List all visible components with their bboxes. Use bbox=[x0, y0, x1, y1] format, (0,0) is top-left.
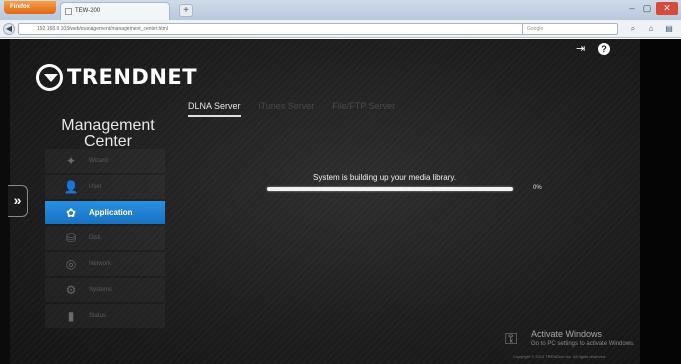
tab-title: TEW-200 bbox=[75, 8, 101, 14]
progress-bar bbox=[267, 187, 513, 191]
server-tabs: DLNA Server iTunes Server File/FTP Serve… bbox=[188, 101, 395, 117]
search-icon[interactable]: ⌕ bbox=[627, 23, 639, 35]
sidebar-item-user[interactable]: 👤 User bbox=[45, 175, 165, 199]
url-text: 192.168.0.103/web/management/management_… bbox=[37, 26, 168, 32]
home-icon[interactable]: ⌂ bbox=[645, 23, 657, 35]
management-center-app: TRENDNET ⇥ ? Management Center ✦ Wizard … bbox=[10, 39, 640, 364]
sidebar-item-label: Network bbox=[89, 261, 112, 267]
expand-sidebar-button[interactable]: » bbox=[8, 185, 28, 217]
top-right-icons: ⇥ ? bbox=[576, 43, 610, 55]
page-title: Management Center bbox=[48, 118, 168, 150]
address-bar[interactable]: 192.168.0.103/web/management/management_… bbox=[18, 23, 552, 35]
logout-icon[interactable]: ⇥ bbox=[576, 43, 588, 55]
user-icon: 👤 bbox=[63, 180, 79, 194]
tab-dlna-server[interactable]: DLNA Server bbox=[188, 101, 241, 117]
activate-windows-watermark: ⚿ Activate Windows Go to PC settings to … bbox=[505, 329, 635, 350]
sidebar-item-network[interactable]: ◎ Network bbox=[45, 252, 165, 276]
browser-nav-bar: ◀ 192.168.0.103/web/management/managemen… bbox=[0, 20, 681, 38]
puzzle-icon: ✿ bbox=[65, 205, 77, 220]
sidebar-item-label: Disk bbox=[89, 235, 101, 241]
help-icon[interactable]: ? bbox=[598, 43, 610, 55]
maximize-button[interactable]: ▢ bbox=[640, 2, 654, 15]
back-button[interactable]: ◀ bbox=[3, 23, 15, 35]
trendnet-logo: TRENDNET bbox=[36, 63, 197, 91]
watermark-subtitle: Go to PC settings to activate Windows. bbox=[531, 341, 635, 347]
firefox-menu-button[interactable]: Firefox bbox=[4, 1, 56, 14]
wand-icon: ✦ bbox=[65, 154, 77, 168]
sidebar-item-label: Status bbox=[89, 313, 107, 319]
page-favicon-icon bbox=[65, 8, 72, 15]
brand-name: TRENDNET bbox=[67, 65, 198, 89]
search-field[interactable]: Google bbox=[522, 23, 618, 35]
sidebar: ✦ Wizard 👤 User ✿ Application ⛁ Disk ◎ N… bbox=[45, 149, 165, 330]
title-line-2: Center bbox=[83, 133, 133, 150]
sidebar-item-label: Application bbox=[89, 208, 133, 217]
tab-itunes-server[interactable]: iTunes Server bbox=[259, 101, 315, 117]
sidebar-item-label: User bbox=[89, 184, 102, 190]
watermark-title: Activate Windows bbox=[531, 329, 603, 339]
key-icon: ⚿ bbox=[505, 331, 518, 348]
globe-icon: ◎ bbox=[65, 257, 77, 271]
bars-icon: ▮ bbox=[67, 309, 75, 323]
sidebar-item-disk[interactable]: ⛁ Disk bbox=[45, 226, 165, 250]
browser-tab[interactable]: TEW-200 bbox=[60, 2, 170, 20]
status-message: System is building up your media library… bbox=[313, 173, 457, 182]
sidebar-item-label: Wizard bbox=[89, 158, 108, 164]
title-line-1: Management bbox=[61, 117, 155, 134]
bookmarks-icon[interactable]: ▤ bbox=[663, 23, 675, 35]
disk-icon: ⛁ bbox=[65, 231, 77, 245]
progress-percent: 0% bbox=[533, 185, 542, 191]
gears-icon: ⚙ bbox=[65, 283, 77, 297]
right-margin bbox=[640, 39, 681, 364]
browser-tab-bar: Firefox TEW-200 + – ▢ ✕ bbox=[0, 0, 681, 20]
sidebar-item-systems[interactable]: ⚙ Systems bbox=[45, 278, 165, 302]
copyright-text: Copyright © 2013 TRENDnet Inc. All right… bbox=[513, 354, 607, 359]
tab-file-ftp-server[interactable]: File/FTP Server bbox=[332, 101, 395, 117]
close-window-button[interactable]: ✕ bbox=[656, 2, 678, 15]
minimize-button[interactable]: – bbox=[625, 2, 639, 15]
sidebar-item-application[interactable]: ✿ Application bbox=[45, 201, 165, 224]
sidebar-item-status[interactable]: ▮ Status bbox=[45, 304, 165, 328]
sidebar-item-wizard[interactable]: ✦ Wizard bbox=[45, 149, 165, 173]
search-placeholder: Google bbox=[527, 26, 544, 32]
new-tab-button[interactable]: + bbox=[179, 4, 193, 17]
sidebar-item-label: Systems bbox=[89, 287, 113, 293]
trendnet-logo-icon bbox=[36, 63, 63, 91]
